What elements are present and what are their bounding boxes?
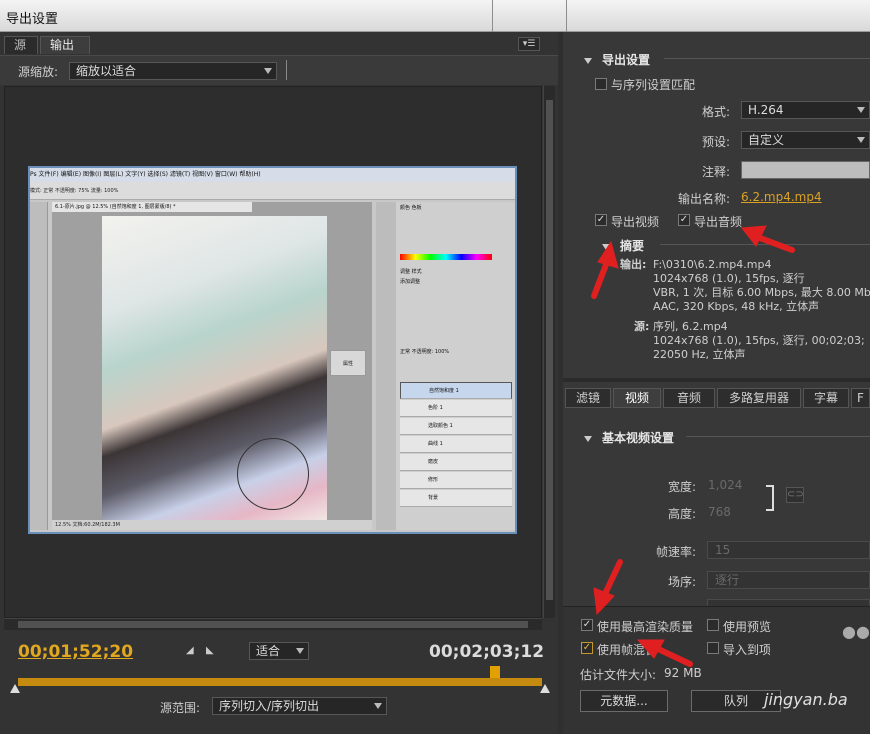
annotation-arrow [591,259,610,299]
annotation-arrow [601,559,623,599]
watermark: jingyan.ba [764,690,848,709]
arrowhead [593,587,615,616]
annotation-arrows [591,225,795,667]
annotation-arrow [653,645,693,667]
arrowhead [597,240,619,269]
